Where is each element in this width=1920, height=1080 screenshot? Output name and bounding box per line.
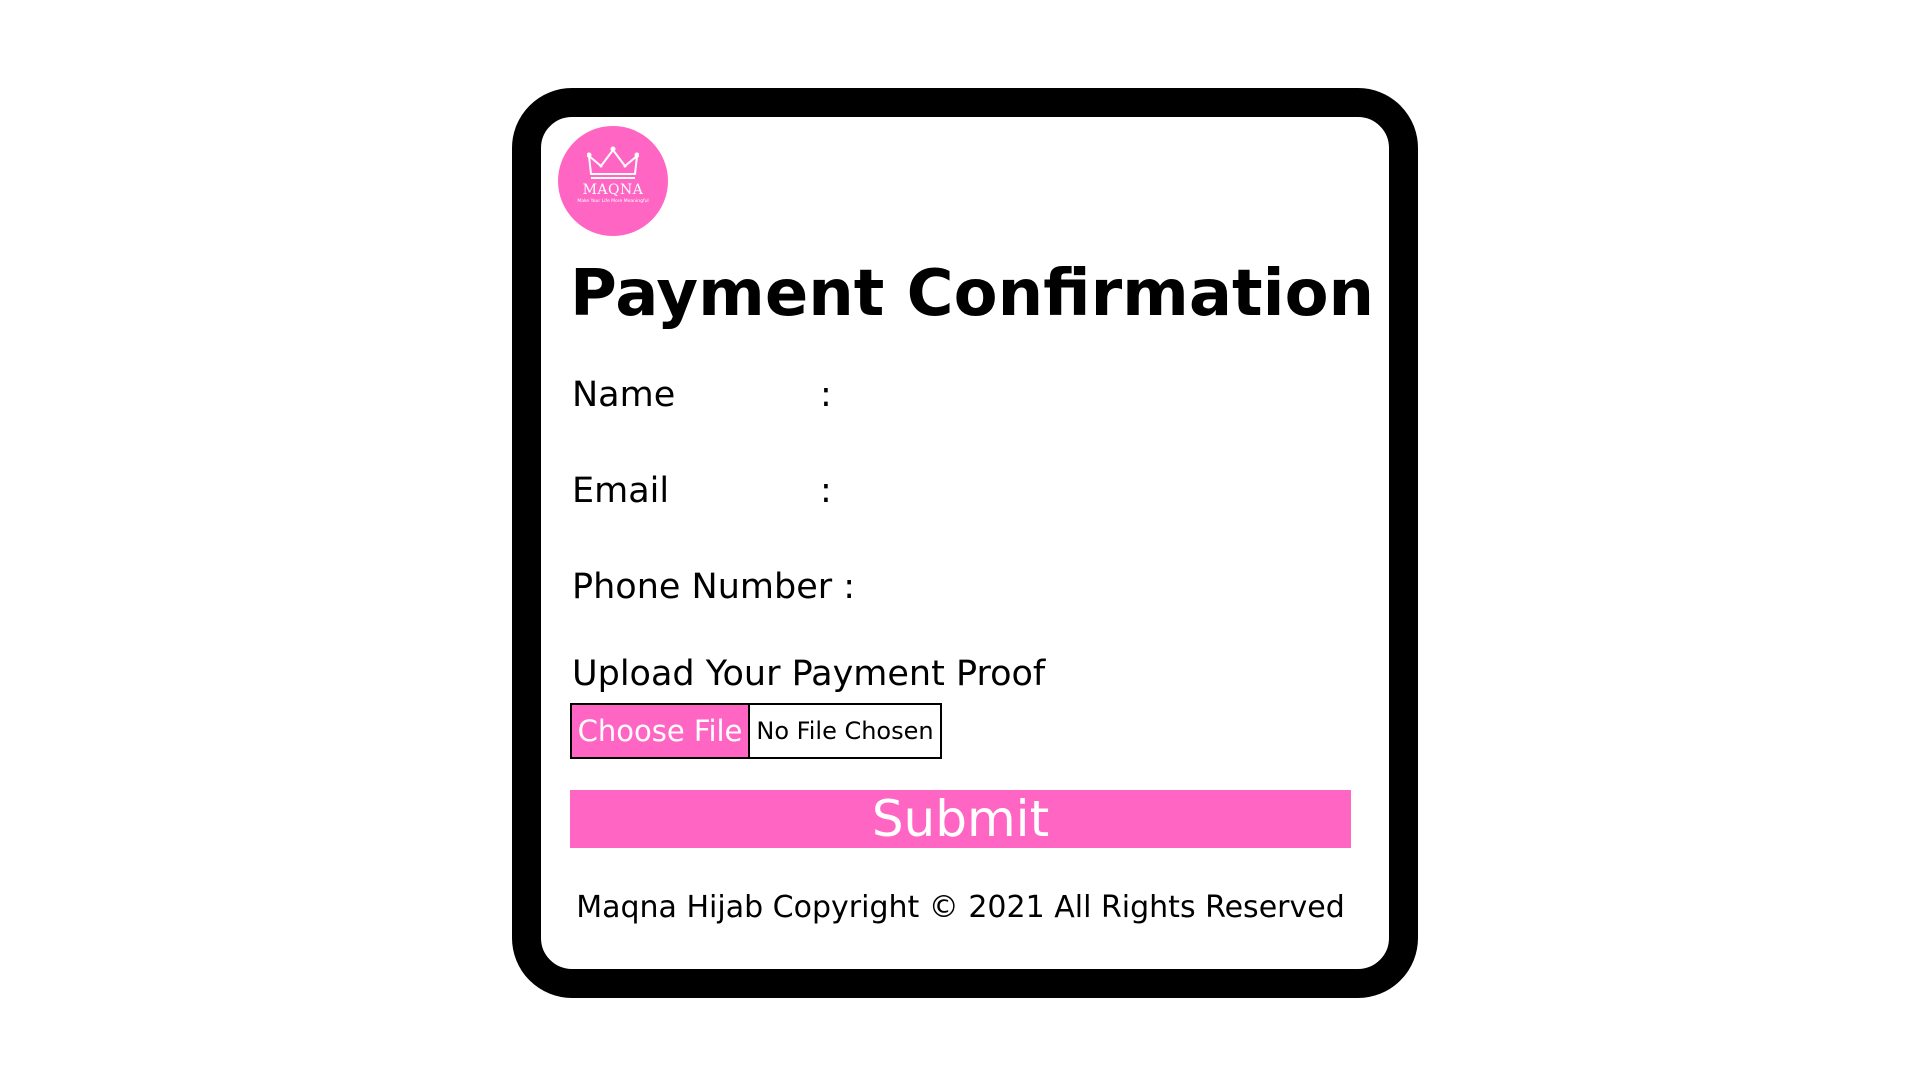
submit-button[interactable]: Submit bbox=[570, 790, 1351, 848]
logo-tagline: Make Your Life More Meaningful bbox=[577, 199, 649, 204]
footer-copyright: Maqna Hijab Copyright © 2021 All Rights … bbox=[576, 890, 1345, 925]
email-label: Email bbox=[572, 471, 670, 511]
logo-name: MAQNA bbox=[582, 182, 644, 198]
name-label: Name bbox=[572, 375, 676, 415]
name-colon: : bbox=[820, 375, 832, 415]
phone-number-label: Phone Number : bbox=[572, 567, 856, 607]
brand-logo: MAQNA Make Your Life More Meaningful bbox=[558, 126, 668, 236]
file-status-text: No File Chosen bbox=[756, 717, 934, 745]
page-title: Payment Confirmation bbox=[570, 257, 1375, 331]
choose-file-button[interactable]: Choose File bbox=[572, 705, 750, 757]
upload-label: Upload Your Payment Proof bbox=[572, 654, 1046, 694]
email-colon: : bbox=[820, 471, 832, 511]
crown-icon bbox=[587, 146, 639, 179]
file-upload-input[interactable]: Choose File No File Chosen bbox=[570, 703, 942, 759]
form-card bbox=[512, 88, 1418, 998]
